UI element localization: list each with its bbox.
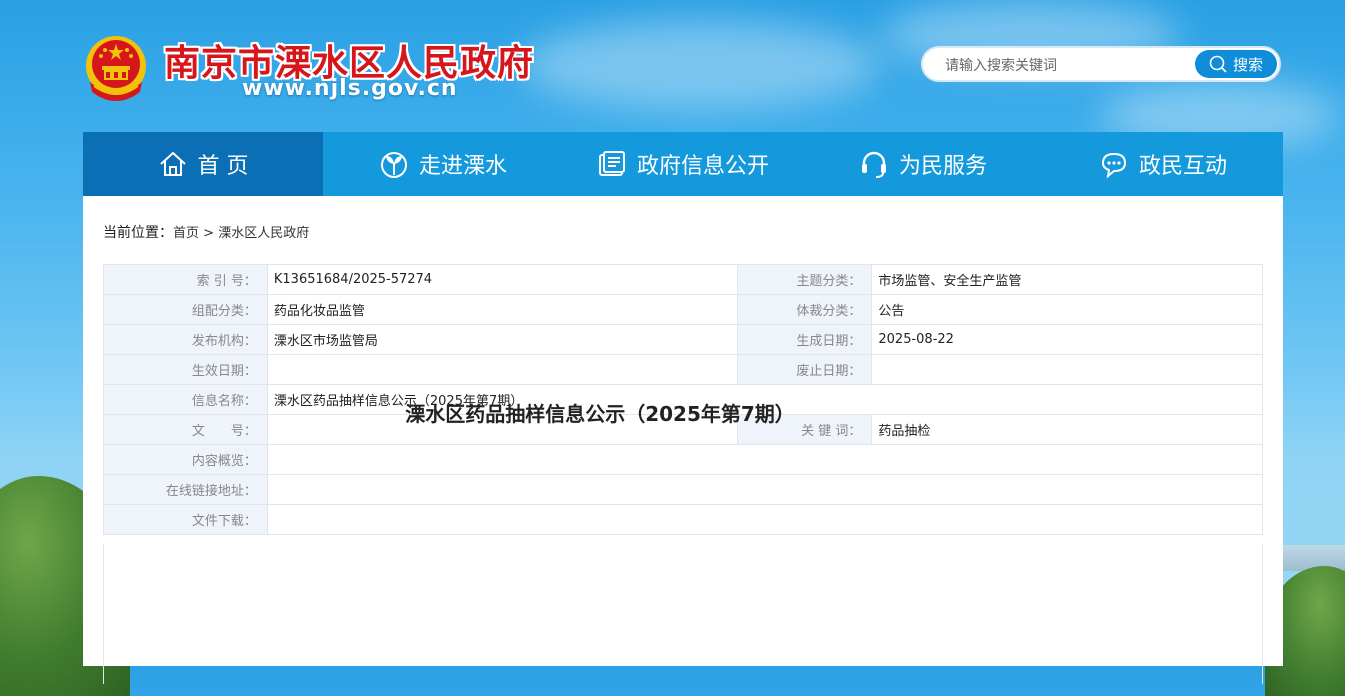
home-icon [159,151,186,176]
search-input[interactable] [943,54,1197,78]
index-no-value: K13651684/2025-57274 [266,264,739,295]
category-value: 药品化妆品监管 [266,294,739,325]
online-link-label: 在线链接地址： [103,474,268,505]
file-download-value[interactable] [266,504,1264,535]
table-row: 发布机构： 溧水区市场监管局 生成日期： 2025-08-22 [103,324,1263,355]
background-cloud [520,20,880,110]
content-panel: 当前位置：首页 > 溧水区人民政府 索 引 号： K13651684/2025-… [83,196,1283,684]
table-row: 索 引 号： K13651684/2025-57274 主题分类： 市场监管、安… [103,264,1263,295]
publisher-value: 溧水区市场监管局 [266,324,739,355]
nav-item-label: 政府信息公开 [636,154,769,179]
nav-item-interaction[interactable]: 政民互动 [1043,132,1283,196]
breadcrumb-current-link[interactable]: 溧水区人民政府 [218,226,309,241]
table-row: 生效日期： 废止日期： [103,354,1263,385]
nav-item-services[interactable]: 为民服务 [803,132,1043,196]
expiry-date-value [871,354,1263,385]
document-list-icon [598,151,625,176]
breadcrumb-home-link[interactable]: 首页 [173,226,199,241]
online-link-value[interactable] [266,474,1264,505]
article-frame [103,544,1263,684]
nav-item-home[interactable]: 首 页 [83,132,323,196]
national-emblem-icon [84,34,148,102]
subject-label: 主题分类： [737,264,873,295]
breadcrumb: 当前位置：首页 > 溧水区人民政府 [103,222,309,242]
summary-label: 内容概览： [103,444,268,475]
effective-date-value [266,354,739,385]
nav-item-label: 政民互动 [1138,154,1227,179]
search-button[interactable]: 搜索 [1195,50,1277,78]
nav-item-gov-info[interactable]: 政府信息公开 [563,132,803,196]
breadcrumb-separator: > [203,226,215,241]
table-row: 在线链接地址： [103,474,1264,505]
site-url: www.njls.gov.cn [242,76,458,101]
nav-item-label: 走进溧水 [418,154,507,179]
table-row: 组配分类： 药品化妆品监管 体裁分类： 公告 [103,294,1263,325]
effective-date-label: 生效日期： [103,354,268,385]
nav-item-label: 首 页 [197,154,249,179]
table-row: 文件下载： [103,504,1264,535]
nav-item-label: 为民服务 [898,154,987,179]
chat-bubble-icon [1101,152,1126,179]
table-row: 内容概览： [103,444,1264,475]
file-download-label: 文件下载： [103,504,268,535]
article-title: 溧水区药品抽样信息公示（2025年第7期） [405,402,795,426]
search-box: 搜索 [921,46,1281,82]
main-nav: 首 页 走进溧水 政府信息公开 为民服务 政民互动 [83,132,1283,196]
search-button-label: 搜索 [1232,55,1263,74]
summary-value [266,444,1264,475]
created-date-value: 2025-08-22 [871,324,1263,355]
publisher-label: 发布机构： [103,324,268,355]
subject-value: 市场监管、安全生产监管 [871,264,1263,295]
search-icon [1209,55,1227,73]
genre-label: 体裁分类： [737,294,873,325]
created-date-label: 生成日期： [737,324,873,355]
headset-icon [861,151,886,178]
genre-value: 公告 [871,294,1263,325]
index-no-label: 索 引 号： [103,264,268,295]
expiry-date-label: 废止日期： [737,354,873,385]
breadcrumb-lead: 当前位置： [103,225,173,241]
category-label: 组配分类： [103,294,268,325]
sprout-icon [380,152,407,178]
nav-item-about-lishui[interactable]: 走进溧水 [323,132,563,196]
